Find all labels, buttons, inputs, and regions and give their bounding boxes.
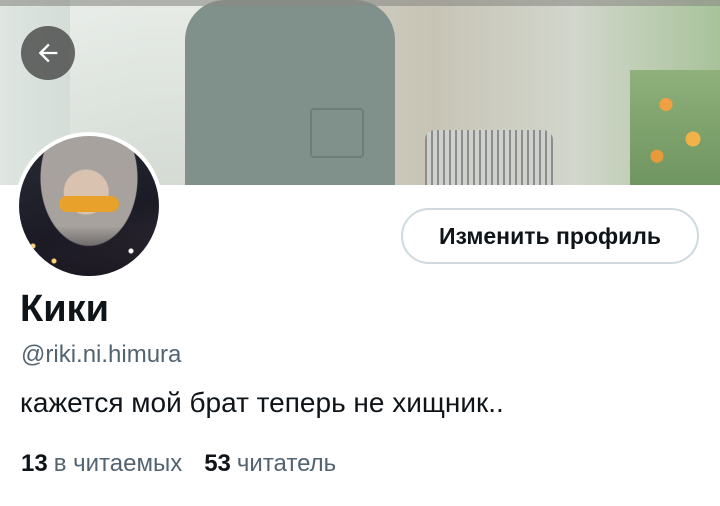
profile-bio: кажется мой брат теперь не хищник.. xyxy=(20,387,504,418)
banner-top-edge xyxy=(0,0,720,6)
banner-fan xyxy=(425,130,553,185)
followers-count: 53 xyxy=(204,450,231,477)
banner-flowers xyxy=(630,70,720,185)
arrow-left-icon xyxy=(38,43,58,63)
avatar-city-lights xyxy=(19,226,159,276)
banner-person xyxy=(185,0,395,185)
avatar[interactable] xyxy=(15,132,163,280)
follow-stats: 13 в читаемых 53 читатель xyxy=(21,450,336,478)
display-name: Кики xyxy=(20,288,109,330)
followers-label: читатель xyxy=(236,450,337,477)
following-label: в читаемых xyxy=(53,450,183,477)
followers-link[interactable]: 53 читатель xyxy=(204,450,336,478)
avatar-glasses xyxy=(59,196,119,212)
user-handle: @riki.ni.himura xyxy=(21,341,182,368)
following-count: 13 xyxy=(21,450,48,477)
banner-shirt-pocket xyxy=(310,108,364,158)
following-link[interactable]: 13 в читаемых xyxy=(21,450,182,478)
back-button[interactable] xyxy=(21,26,75,80)
edit-profile-button[interactable]: Изменить профиль xyxy=(401,208,699,264)
